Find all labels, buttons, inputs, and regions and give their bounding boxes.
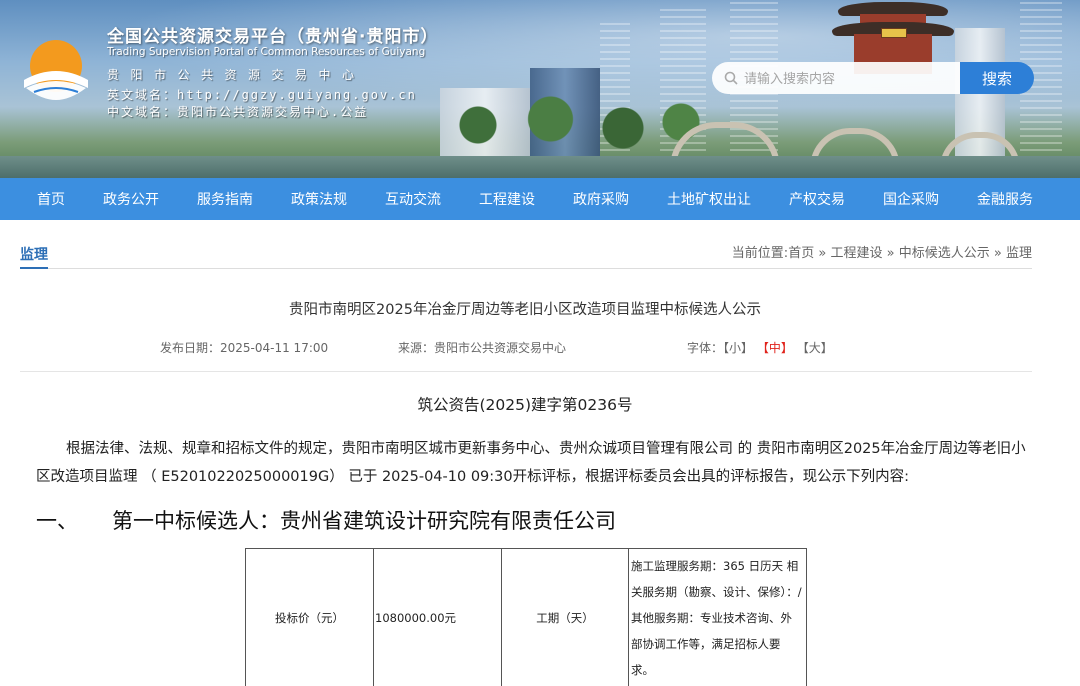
- font-size-small[interactable]: 【小】: [723, 341, 753, 355]
- nav-item-construction[interactable]: 工程建设: [460, 178, 554, 220]
- bid-table: 投标价（元） 1080000.00元 工期（天） 施工监理服务期：365 日历天…: [245, 548, 807, 686]
- meta-divider: [20, 371, 1032, 372]
- nav-item-service-guide[interactable]: 服务指南: [178, 178, 272, 220]
- nav-item-home[interactable]: 首页: [18, 178, 84, 220]
- period-label: 工期（天）: [501, 548, 629, 686]
- search-bar: 搜索: [712, 62, 1034, 94]
- article-source: 来源：贵阳市公共资源交易中心: [398, 341, 567, 355]
- period-value: 施工监理服务期：365 日历天 相关服务期（勘察、设计、保修）：/ 其他服务期：…: [628, 548, 807, 686]
- intro-paragraph: 根据法律、法规、规章和招标文件的规定，贵阳市南明区城市更新事务中心、贵州众诚项目…: [36, 441, 1026, 485]
- nav-item-property[interactable]: 产权交易: [770, 178, 864, 220]
- table-row: 投标价（元） 1080000.00元 工期（天） 施工监理服务期：365 日历天…: [245, 548, 807, 686]
- nav-item-interaction[interactable]: 互动交流: [366, 178, 460, 220]
- bid-price-value: 1080000.00元: [373, 548, 502, 686]
- section-divider: [20, 268, 1032, 269]
- section-tab[interactable]: 监理: [20, 244, 48, 264]
- domain-en: 英文域名：http://ggzy.guiyang.gov.cn: [107, 88, 417, 102]
- search-input[interactable]: [712, 62, 964, 94]
- nav-item-gov-affairs[interactable]: 政务公开: [84, 178, 178, 220]
- breadcrumb-supervision[interactable]: 监理: [1006, 246, 1032, 261]
- search-button[interactable]: 搜索: [960, 62, 1034, 94]
- breadcrumb: 当前位置:首页 » 工程建设 » 中标候选人公示 » 监理: [732, 242, 1032, 261]
- nav-item-soe-procurement[interactable]: 国企采购: [864, 178, 958, 220]
- header-banner: 全国公共资源交易平台（贵州省·贵阳市） Trading Supervision …: [0, 0, 1080, 178]
- breadcrumb-separator: »: [993, 246, 1002, 261]
- document-number: 筑公资告(2025)建字第0236号: [417, 396, 633, 414]
- font-size-label: 字体：: [687, 341, 724, 355]
- nav-item-finance[interactable]: 金融服务: [958, 178, 1052, 220]
- site-title: 全国公共资源交易平台（贵州省·贵阳市）: [107, 27, 439, 47]
- candidate-heading-text: 第一中标候选人：贵州省建筑设计研究院有限责任公司: [112, 509, 616, 533]
- breadcrumb-candidate-notice[interactable]: 中标候选人公示: [899, 246, 990, 261]
- candidate-heading: 一、 第一中标候选人：贵州省建筑设计研究院有限责任公司: [36, 505, 616, 535]
- font-size-medium[interactable]: 【中】: [757, 341, 793, 355]
- font-size-large[interactable]: 【大】: [797, 341, 833, 355]
- site-logo[interactable]: [20, 36, 92, 104]
- breadcrumb-home[interactable]: 首页: [788, 246, 814, 261]
- breadcrumb-prefix: 当前位置:: [731, 246, 789, 261]
- bid-price-label: 投标价（元）: [245, 548, 374, 686]
- article-title: 贵阳市南明区2025年冶金厅周边等老旧小区改造项目监理中标候选人公示: [289, 302, 761, 318]
- font-size-switcher: 字体：【小】 【中】 【大】: [687, 339, 833, 356]
- candidate-heading-number: 一、: [36, 509, 78, 533]
- site-subtitle-en: Trading Supervision Portal of Common Res…: [107, 46, 426, 58]
- search-icon: [724, 71, 738, 85]
- river-illustration: [0, 156, 1080, 178]
- center-name: 贵阳市公共资源交易中心: [107, 68, 366, 82]
- domain-cn: 中文域名：贵阳市公共资源交易中心.公益: [107, 105, 369, 119]
- pavilion-sign: [881, 28, 907, 38]
- publish-date: 发布日期：2025-04-11 17:00: [160, 341, 329, 355]
- section-underline: [20, 267, 48, 269]
- main-nav: 首页 政务公开 服务指南 政策法规 互动交流 工程建设 政府采购 土地矿权出让 …: [0, 178, 1080, 220]
- nav-item-land-mining[interactable]: 土地矿权出让: [648, 178, 770, 220]
- nav-item-policy[interactable]: 政策法规: [272, 178, 366, 220]
- nav-item-gov-procurement[interactable]: 政府采购: [554, 178, 648, 220]
- breadcrumb-separator: »: [886, 246, 895, 261]
- breadcrumb-construction[interactable]: 工程建设: [830, 246, 882, 261]
- breadcrumb-separator: »: [818, 246, 827, 261]
